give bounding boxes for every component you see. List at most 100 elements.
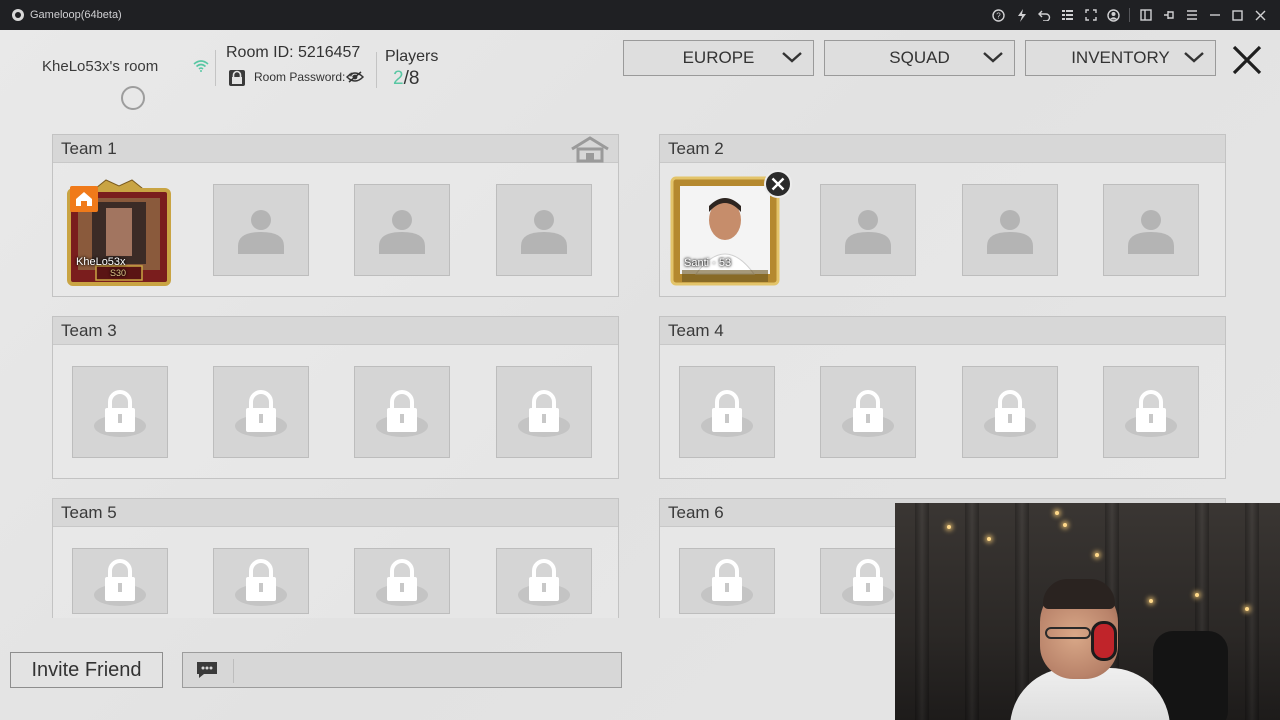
- team-header: Team 3: [53, 317, 618, 345]
- curtain-fold: [915, 503, 929, 720]
- room-status-indicator[interactable]: [121, 86, 145, 110]
- host-badge: [70, 186, 98, 212]
- mode-dropdown[interactable]: SQUAD: [824, 40, 1015, 76]
- chat-icon: [197, 662, 217, 678]
- person-silhouette-icon: [841, 206, 895, 254]
- chevron-down-icon: [782, 52, 802, 63]
- header-divider-2: [376, 52, 377, 88]
- app-title: Gameloop(64beta): [30, 9, 122, 21]
- lock-icon: [841, 555, 895, 607]
- room-id: Room ID: 5216457: [226, 44, 361, 61]
- locked-slot[interactable]: [213, 366, 309, 458]
- players-total: /8: [403, 68, 420, 89]
- invite-friend-label: Invite Friend: [31, 658, 142, 681]
- team-name: Team 6: [668, 502, 724, 522]
- wifi-icon: [193, 60, 209, 72]
- gameloop-logo-icon: [12, 9, 24, 21]
- fairy-light: [1149, 599, 1153, 603]
- lock-icon: [517, 555, 571, 607]
- empty-slot[interactable]: [820, 184, 916, 276]
- host-player-card[interactable]: KheLo53x S30: [66, 178, 172, 288]
- fullscreen-icon[interactable]: [1079, 0, 1102, 30]
- lock-icon: [700, 386, 754, 438]
- back-icon[interactable]: [1033, 0, 1056, 30]
- region-dropdown-label: EUROPE: [682, 48, 755, 67]
- minimize-icon[interactable]: [1203, 0, 1226, 30]
- fairy-light: [1195, 593, 1199, 597]
- password-visibility-icon[interactable]: [346, 71, 364, 83]
- person-silhouette-icon: [517, 206, 571, 254]
- players-current: 2: [393, 68, 404, 89]
- fairy-light: [1095, 553, 1099, 557]
- empty-slot[interactable]: [213, 184, 309, 276]
- locked-slot[interactable]: [679, 366, 775, 458]
- person-silhouette-icon: [1124, 206, 1178, 254]
- team-name: Team 5: [61, 502, 117, 522]
- fairy-light: [987, 537, 991, 541]
- lock-icon: [1124, 386, 1178, 438]
- chat-divider: [233, 659, 234, 683]
- team-header: Team 2: [660, 135, 1225, 163]
- pin-icon[interactable]: [1157, 0, 1180, 30]
- boost-icon[interactable]: [1010, 0, 1033, 30]
- kick-player-button[interactable]: [763, 169, 793, 199]
- fairy-light: [1055, 511, 1059, 515]
- locked-slot[interactable]: [354, 366, 450, 458]
- team-header: Team 1: [53, 135, 618, 163]
- empty-slot[interactable]: [354, 184, 450, 276]
- empty-slot[interactable]: [1103, 184, 1199, 276]
- header-divider: [215, 50, 216, 86]
- region-dropdown[interactable]: EUROPE: [623, 40, 814, 76]
- locked-slot[interactable]: [679, 548, 775, 614]
- locked-slot[interactable]: [213, 548, 309, 614]
- locked-slot[interactable]: [962, 366, 1058, 458]
- home-icon: [76, 192, 92, 206]
- home-team-icon: [571, 136, 609, 163]
- host-season-badge: S30: [110, 268, 127, 278]
- lock-icon: [841, 386, 895, 438]
- streamer-glasses: [1045, 627, 1091, 639]
- emulator-titlebar: Gameloop(64beta) ?: [0, 0, 1280, 30]
- players-label: Players: [385, 48, 439, 65]
- fairy-light: [1063, 523, 1067, 527]
- invite-friend-button[interactable]: Invite Friend: [10, 652, 163, 688]
- room-password-label: Room Password: *: [254, 70, 354, 84]
- close-icon[interactable]: [1249, 0, 1272, 30]
- streamer-hair: [1043, 579, 1115, 609]
- titlebar-divider: [1129, 8, 1130, 22]
- chevron-down-icon: [983, 52, 1003, 63]
- maximize-icon[interactable]: [1226, 0, 1249, 30]
- close-room-button[interactable]: [1229, 42, 1265, 78]
- curtain-fold: [965, 503, 979, 720]
- team-header: Team 5: [53, 499, 618, 527]
- players-count: 2/8: [393, 68, 419, 90]
- settings-icon[interactable]: [1102, 0, 1125, 30]
- lock-icon: [375, 555, 429, 607]
- lock-icon: [93, 555, 147, 607]
- sidebar-icon[interactable]: [1134, 0, 1157, 30]
- chat-input[interactable]: [182, 652, 622, 688]
- menu-icon[interactable]: [1180, 0, 1203, 30]
- lock-icon: [234, 386, 288, 438]
- fairy-light: [947, 525, 951, 529]
- person-silhouette-icon: [983, 206, 1037, 254]
- locked-slot[interactable]: [496, 366, 592, 458]
- locked-slot[interactable]: [72, 548, 168, 614]
- room-owner-label: KheLo53x's room: [42, 58, 159, 75]
- locked-slot[interactable]: [820, 366, 916, 458]
- locked-slot[interactable]: [1103, 366, 1199, 458]
- inventory-dropdown[interactable]: INVENTORY: [1025, 40, 1216, 76]
- help-icon[interactable]: ?: [987, 0, 1010, 30]
- locked-slot[interactable]: [354, 548, 450, 614]
- empty-slot[interactable]: [496, 184, 592, 276]
- keyboard-icon[interactable]: [1056, 0, 1079, 30]
- curtain-fold: [1245, 503, 1259, 720]
- team-name: Team 1: [61, 138, 117, 158]
- guest-player-level: 53: [718, 257, 732, 269]
- host-player-name: KheLo53x: [76, 256, 126, 268]
- webcam-overlay: [895, 503, 1280, 720]
- empty-slot[interactable]: [962, 184, 1058, 276]
- locked-slot[interactable]: [496, 548, 592, 614]
- locked-slot[interactable]: [72, 366, 168, 458]
- team-name: Team 4: [668, 320, 724, 340]
